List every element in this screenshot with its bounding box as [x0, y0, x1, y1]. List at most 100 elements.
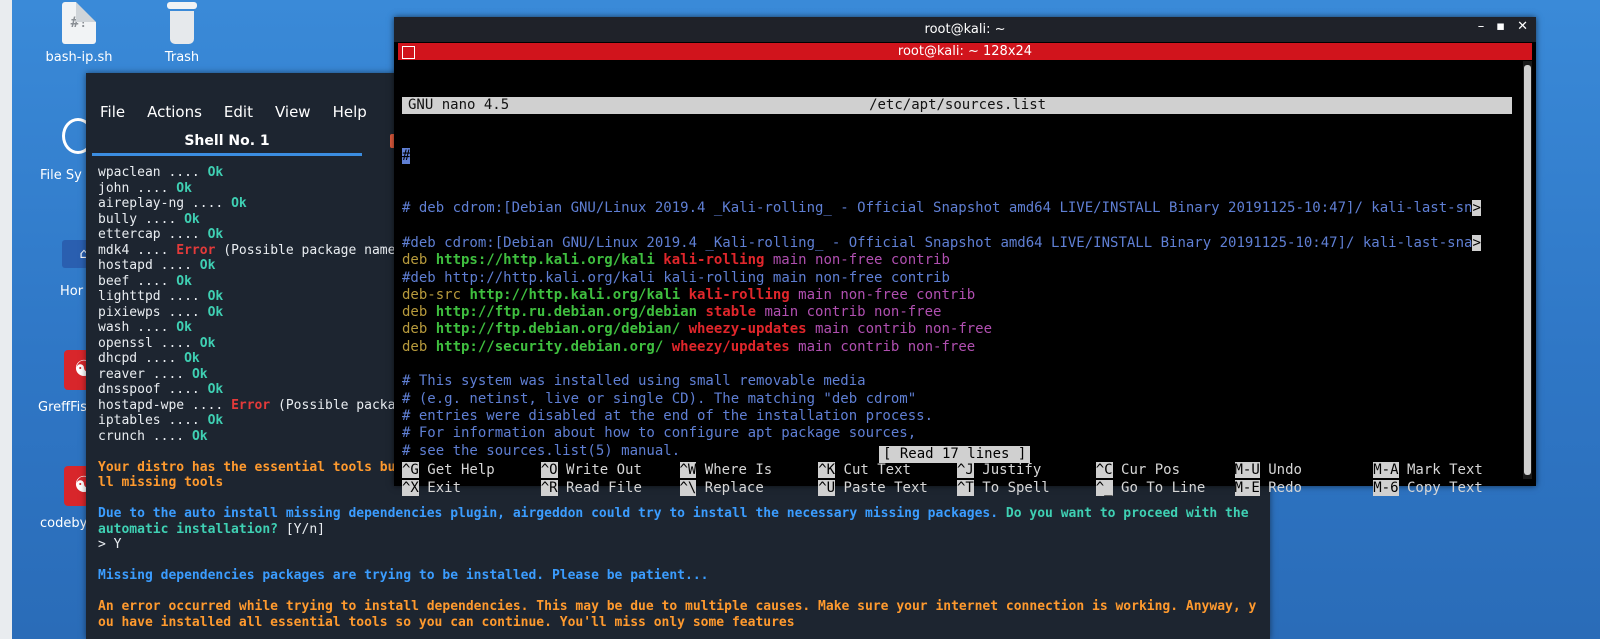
package-note: (Possible packa	[270, 397, 396, 413]
dots: ....	[144, 428, 192, 444]
package-name: hostapd-wpe	[98, 397, 185, 413]
shortcut-key: ^\	[679, 479, 697, 496]
source-url: http://http.kali.org/kali	[444, 269, 664, 286]
cdrom-line: # deb cdrom:[Debian GNU/Linux 2019.4 _Ka…	[402, 200, 1473, 217]
source-url: http://security.debian.org/	[435, 338, 672, 355]
desktop-icon-trash[interactable]: Trash	[127, 2, 237, 65]
shortcut-label: Redo	[1259, 479, 1302, 496]
shortcut-item[interactable]: M-U Undo	[1234, 462, 1374, 480]
cursor: #	[402, 148, 411, 165]
shortcut-key: ^C	[1095, 462, 1113, 478]
shortcut-label: To Spell	[973, 479, 1050, 496]
package-name: pixiewps	[98, 304, 161, 320]
comment-line: # For information about how to configure…	[402, 425, 917, 442]
shortcut-item[interactable]: M-E Redo	[1234, 479, 1374, 498]
source-components: main non-free contrib	[772, 269, 950, 286]
shortcut-label: Cur Pos	[1112, 462, 1181, 478]
auto-install-question: Do you want to proceed with the	[998, 506, 1249, 521]
shortcut-item[interactable]: ^C Cur Pos	[1095, 462, 1235, 480]
desktop-icon-bash-ip[interactable]: #! bash-ip.sh	[24, 2, 134, 65]
source-url: http://http.kali.org/kali	[469, 286, 689, 303]
package-status: Ok	[176, 320, 192, 335]
shortcut-item[interactable]: ^\ Replace	[679, 479, 819, 498]
shortcut-item[interactable]: M-A Mark Text	[1373, 462, 1512, 480]
shortcut-label: Copy Text	[1398, 479, 1483, 496]
shortcut-item[interactable]: ^X Exit	[402, 479, 541, 498]
auto-install-line: Due to the auto install missing dependen…	[98, 506, 1256, 522]
close-icon[interactable]: ✕	[1517, 19, 1528, 34]
source-components: main contrib non-free	[815, 321, 993, 338]
minimize-icon[interactable]: –	[1478, 19, 1485, 34]
shortcut-item[interactable]: ^W Where Is	[679, 462, 819, 480]
desktop-left-strip	[0, 0, 12, 639]
shortcut-key: M-E	[1234, 479, 1260, 496]
shortcut-item[interactable]: ^R Read File	[540, 479, 680, 498]
package-name: reaver	[98, 366, 145, 382]
shortcut-item[interactable]: ^_ Go To Line	[1095, 479, 1235, 498]
shortcut-item[interactable]: ^J Justify	[957, 462, 1096, 480]
scrollbar[interactable]	[1523, 61, 1532, 479]
buffer-line: #deb cdrom:[Debian GNU/Linux 2019.4 _Kal…	[402, 234, 1512, 252]
source-type: deb-src	[402, 286, 470, 303]
maximize-icon[interactable]: ▪	[1496, 19, 1505, 34]
shortcut-key: ^_	[1095, 479, 1113, 496]
source-components: main non-free contrib	[772, 252, 950, 269]
menu-view[interactable]: View	[261, 97, 319, 127]
error-msg: An error occurred while trying to instal…	[98, 599, 1257, 614]
nano-version: GNU nano 4.5	[408, 96, 510, 113]
shortcut-row: ^G Get Help ^O Write Out ^W Where Is ^K Cut…	[402, 462, 1512, 480]
cdrom-line: #deb cdrom:[Debian GNU/Linux 2019.4 _Kal…	[402, 234, 1473, 251]
desktop-icon-label: Trash	[164, 50, 200, 65]
shortcut-item[interactable]: ^T To Spell	[957, 479, 1096, 498]
shortcut-row: ^X Exit ^R Read File ^\ Replace ^U Paste Te…	[402, 479, 1512, 498]
shortcut-item[interactable]: ^O Write Out	[540, 462, 680, 480]
session-title-bar: root@kali: ~ 128x24	[398, 43, 1532, 60]
dots: ....	[152, 258, 200, 273]
package-name: mdk4	[98, 242, 130, 258]
shortcut-label: Replace	[696, 479, 764, 496]
shortcut-item[interactable]: ^U Paste Text	[818, 479, 957, 498]
source-line: deb http://security.debian.org/ wheezy/u…	[402, 339, 1512, 356]
dots: ....	[184, 397, 232, 413]
session-menu-icon[interactable]	[402, 46, 415, 59]
package-status: Ok	[191, 428, 208, 444]
shortcut-key: ^J	[957, 462, 974, 478]
shortcut-key: ^G	[402, 462, 419, 478]
package-status: Ok	[191, 366, 208, 382]
prompt-line[interactable]: > Y	[98, 537, 1256, 553]
shortcut-key: M-A	[1373, 462, 1399, 478]
tab-active-indicator	[92, 153, 362, 156]
tab-shell-1[interactable]: Shell No. 1	[92, 129, 362, 153]
shortcut-item[interactable]: ^K Cut Text	[818, 462, 957, 480]
menu-help[interactable]: Help	[319, 97, 375, 127]
dots: ....	[160, 165, 208, 180]
package-status: Ok	[176, 273, 192, 289]
shortcut-item[interactable]: ^G Get Help	[402, 462, 541, 480]
error-msg: ou have installed all essential tools so…	[98, 614, 795, 630]
auto-install-question: automatic installation?	[98, 521, 279, 537]
nano-editor[interactable]: GNU nano 4.5 /etc/apt/sources.list # # d…	[402, 62, 1512, 494]
package-status: Ok	[207, 165, 224, 180]
source-type: deb	[402, 252, 436, 269]
scrollbar-thumb[interactable]	[1524, 65, 1531, 475]
shortcut-item[interactable]: M-6 Copy Text	[1373, 479, 1512, 498]
source-type: deb	[402, 321, 436, 338]
nano-terminal-window[interactable]: root@kali: ~ – ▪ ✕ root@kali: ~ 128x24 G…	[394, 17, 1536, 496]
shortcut-key: ^U	[818, 479, 836, 496]
package-status: Ok	[207, 227, 224, 242]
shortcut-label: Undo	[1259, 462, 1302, 478]
source-line: deb-src http://http.kali.org/kali kali-r…	[402, 287, 1512, 304]
package-status: Ok	[207, 382, 224, 397]
menu-edit[interactable]: Edit	[210, 97, 261, 127]
package-status: Ok	[231, 196, 247, 211]
nano-buffer[interactable]: # # deb cdrom:[Debian GNU/Linux 2019.4 _…	[402, 148, 1512, 459]
menu-actions[interactable]: Actions	[133, 97, 210, 127]
buffer-line: # deb cdrom:[Debian GNU/Linux 2019.4 _Ka…	[402, 200, 1512, 217]
package-name: beef	[98, 273, 130, 289]
dots: ....	[160, 382, 208, 397]
nano-shortcuts: ^G Get Help ^O Write Out ^W Where Is ^K Cut…	[402, 462, 1512, 497]
dots: ....	[144, 366, 192, 382]
package-status: Ok	[207, 413, 224, 428]
menu-file[interactable]: File	[86, 97, 133, 127]
